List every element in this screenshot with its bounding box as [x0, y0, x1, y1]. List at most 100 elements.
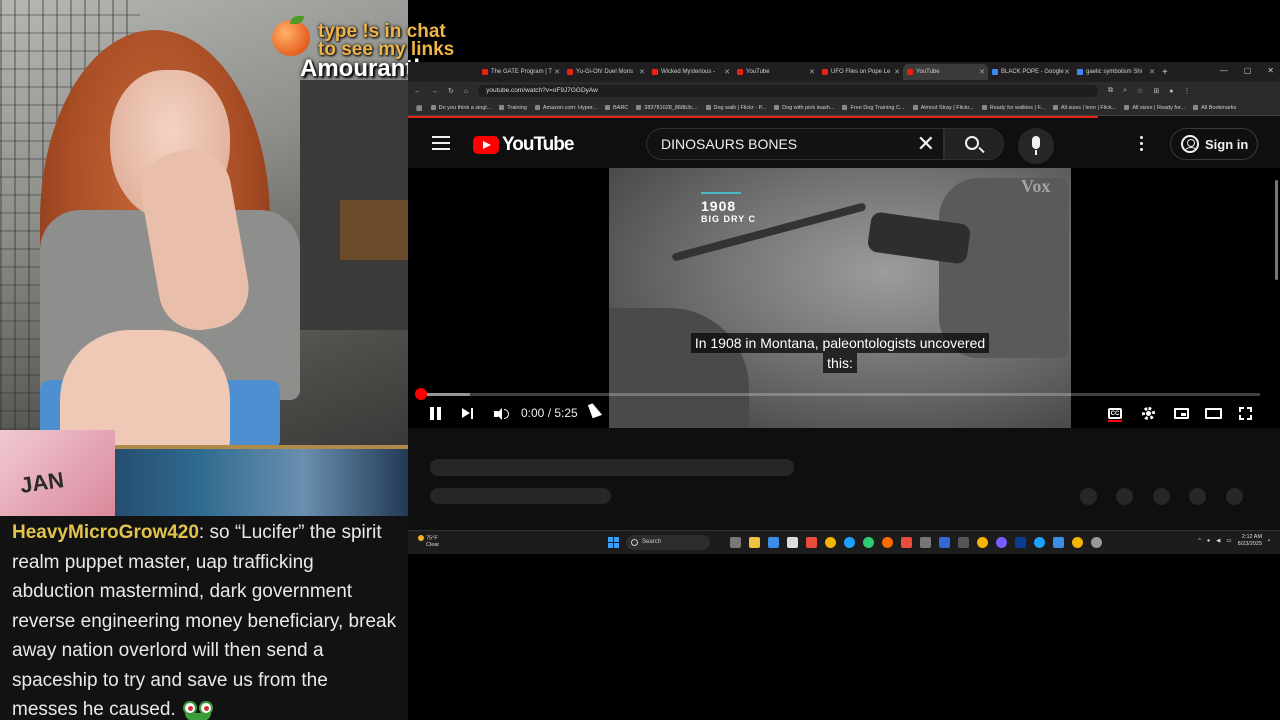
maximize-icon[interactable]: ▢: [1244, 66, 1252, 75]
chat-text: so “Lucifer” the spirit realm puppet mas…: [12, 522, 397, 720]
reload-icon[interactable]: ↻: [448, 87, 454, 95]
pause-icon[interactable]: [430, 407, 442, 420]
minimize-icon[interactable]: —: [1220, 66, 1228, 75]
tab-label: The GATE Program | T: [491, 69, 553, 75]
next-video-icon[interactable]: [462, 408, 474, 419]
video-frame[interactable]: 1908 BIG DRY C Vox: [609, 168, 1071, 428]
chevron-up-icon[interactable]: ^: [1198, 538, 1201, 544]
youtube-logo[interactable]: YouTube: [473, 134, 574, 156]
app-icon[interactable]: [920, 537, 931, 548]
battery-icon[interactable]: ▭: [1226, 538, 1231, 544]
chrome-icon[interactable]: [977, 537, 988, 548]
file-explorer-icon[interactable]: [749, 537, 760, 548]
weather-widget[interactable]: 75°F Clear: [418, 535, 439, 549]
bookmark-item[interactable]: All sizes | Ready for...: [1124, 105, 1185, 111]
bookmark-item[interactable]: All sizes | leon | Flick...: [1053, 105, 1116, 111]
app-icon[interactable]: [1034, 537, 1045, 548]
notifications-icon[interactable]: ▪: [1268, 538, 1270, 544]
voice-search-button[interactable]: [1018, 128, 1054, 164]
install-icon[interactable]: ⧉: [1108, 87, 1113, 95]
browser-tab[interactable]: Yu-Gi-Oh! Duel Mons ✕: [563, 64, 648, 80]
youtube-favicon-icon: [822, 69, 828, 75]
moon-weather-icon: [418, 535, 424, 541]
close-tab-icon[interactable]: ✕: [809, 68, 815, 76]
close-tab-icon[interactable]: ✕: [724, 68, 730, 76]
browser-tab[interactable]: gaelic symbolism Shi ✕: [1073, 64, 1158, 80]
sign-in-button[interactable]: Sign in: [1170, 128, 1258, 160]
account-icon: [1181, 135, 1199, 153]
url-field[interactable]: youtube.com/watch?v=oF9J7GGDyAw: [478, 85, 1099, 97]
bookmark-star-icon[interactable]: ☆: [1137, 87, 1143, 95]
video-player[interactable]: 1908 BIG DRY C Vox In 1908 in Montana, p…: [408, 168, 1280, 428]
close-tab-icon[interactable]: ✕: [1149, 68, 1155, 76]
bookmark-item[interactable]: Ready for walkies | F...: [982, 105, 1045, 111]
miniplayer-icon[interactable]: [1174, 408, 1189, 419]
menu-icon[interactable]: ⋮: [1183, 87, 1190, 95]
close-tab-icon[interactable]: ✕: [979, 68, 985, 76]
settings-icon[interactable]: [1091, 537, 1102, 548]
microphone-tray-icon[interactable]: ●: [1207, 538, 1210, 544]
browser-tab[interactable]: BLACK POPE - Google ✕: [988, 64, 1073, 80]
close-tab-icon[interactable]: ✕: [639, 68, 645, 76]
profile-icon[interactable]: ●: [1169, 88, 1173, 95]
close-window-icon[interactable]: ✕: [1267, 66, 1274, 75]
browser-tab[interactable]: Wicked Mysterious - ✕: [648, 64, 733, 80]
windows-start-icon[interactable]: [608, 537, 619, 548]
chrome-icon[interactable]: [1072, 537, 1083, 548]
app-icon[interactable]: [806, 537, 817, 548]
bookmark-item[interactable]: Training: [499, 105, 527, 111]
fullscreen-icon[interactable]: [1239, 407, 1252, 420]
captions-icon[interactable]: CC: [1108, 408, 1122, 422]
search-input[interactable]: DINOSAURS BONES ✕: [646, 128, 944, 160]
bookmark-item[interactable]: BARC: [605, 105, 628, 111]
app-icon[interactable]: [1053, 537, 1064, 548]
browser-tab[interactable]: YouTube ✕: [733, 64, 818, 80]
hamburger-menu-icon[interactable]: [432, 136, 450, 150]
taskbar-search[interactable]: Search: [626, 535, 710, 550]
bookmark-item[interactable]: Dog walk | Flickr - P...: [706, 105, 767, 111]
home-icon[interactable]: ⌂: [464, 88, 468, 95]
zoom-icon[interactable]: ⌕: [1123, 87, 1127, 95]
bookmark-item[interactable]: Do you think a singl...: [431, 105, 492, 111]
bookmark-item[interactable]: 383781028_868b3c...: [636, 105, 697, 111]
browser-tab[interactable]: The GATE Program | T ✕: [478, 64, 563, 80]
browser-tab-active[interactable]: YouTube ✕: [903, 64, 988, 80]
back-icon[interactable]: ←: [414, 88, 421, 95]
photoshop-icon[interactable]: [1015, 537, 1026, 548]
system-clock[interactable]: 2:12 AM 8/23/2025: [1238, 534, 1262, 548]
bookmark-item[interactable]: Free Dog Training C...: [842, 105, 904, 111]
extensions-icon[interactable]: ⊞: [1153, 87, 1159, 95]
close-tab-icon[interactable]: ✕: [554, 68, 560, 76]
store-icon[interactable]: [768, 537, 779, 548]
progress-bar[interactable]: [420, 393, 1260, 396]
steam-icon[interactable]: [958, 537, 969, 548]
app-icon[interactable]: [901, 537, 912, 548]
scrollbar-thumb[interactable]: [1275, 180, 1278, 280]
browser-tab[interactable]: UFO Files on Pope Le ✕: [818, 64, 903, 80]
task-view-icon[interactable]: [730, 537, 741, 548]
clear-search-icon[interactable]: ✕: [917, 133, 935, 155]
app-icon[interactable]: [863, 537, 874, 548]
close-tab-icon[interactable]: ✕: [894, 68, 900, 76]
app-icon[interactable]: [939, 537, 950, 548]
forward-icon[interactable]: →: [431, 88, 438, 95]
firefox-icon[interactable]: [882, 537, 893, 548]
notepad-icon[interactable]: [787, 537, 798, 548]
theater-mode-icon[interactable]: [1205, 408, 1222, 419]
page-scrollbar[interactable]: [1274, 120, 1278, 530]
search-button[interactable]: [944, 128, 1004, 160]
close-tab-icon[interactable]: ✕: [1064, 68, 1070, 76]
new-tab-icon[interactable]: +: [1162, 67, 1168, 78]
apps-icon[interactable]: ▦: [416, 104, 423, 112]
speaker-icon[interactable]: ◀: [1216, 538, 1220, 544]
bookmark-item[interactable]: Amazon.com: Hyper...: [535, 105, 597, 111]
more-options-icon[interactable]: [1140, 136, 1144, 154]
settings-gear-icon[interactable]: [1142, 407, 1155, 420]
scrubber-handle[interactable]: [415, 388, 427, 400]
bookmark-item[interactable]: Dog with pink leash...: [774, 105, 834, 111]
discord-icon[interactable]: [996, 537, 1007, 548]
bookmark-item[interactable]: Almost Stray | Flickr...: [913, 105, 974, 111]
edge-icon[interactable]: [844, 537, 855, 548]
chrome-icon[interactable]: [825, 537, 836, 548]
all-bookmarks[interactable]: All Bookmarks: [1193, 105, 1236, 111]
